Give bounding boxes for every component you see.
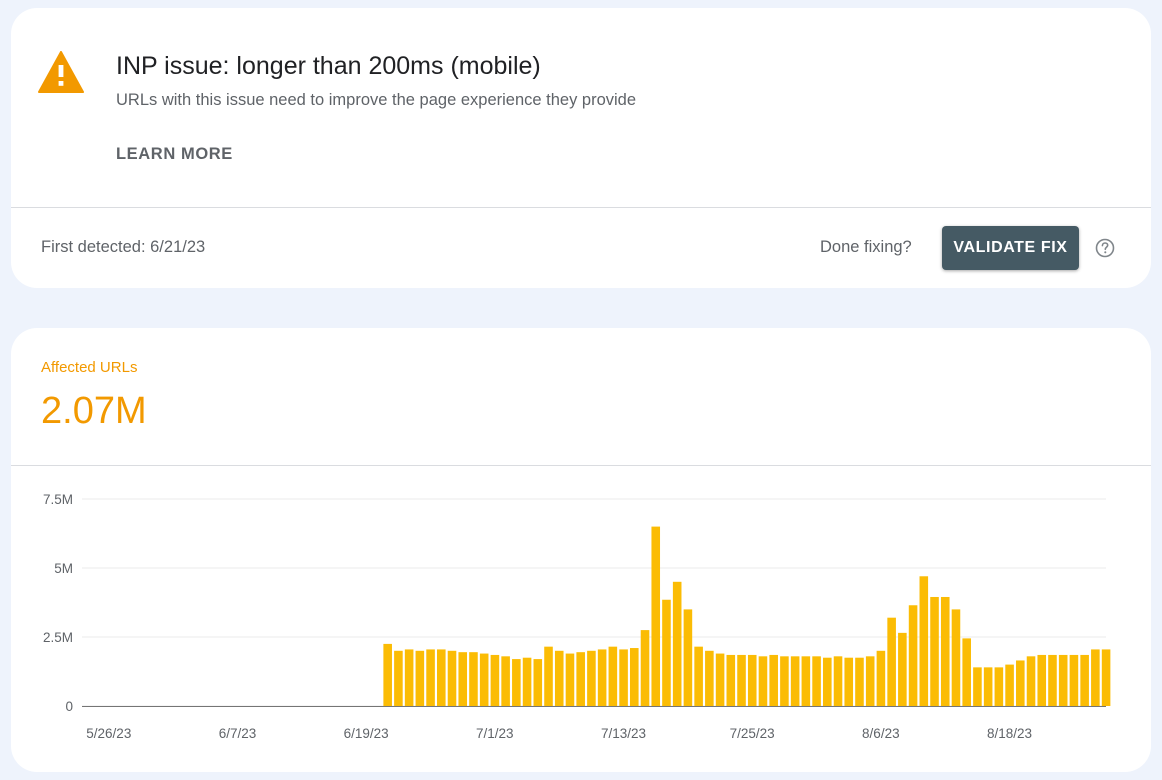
y-tick-label: 7.5M bbox=[43, 492, 73, 507]
issue-card: INP issue: longer than 200ms (mobile) UR… bbox=[11, 8, 1151, 288]
chart-bar bbox=[651, 526, 661, 706]
chart-bar bbox=[1026, 656, 1036, 706]
x-tick-label: 7/1/23 bbox=[476, 726, 514, 741]
affected-urls-card: Affected URLs 2.07M 7.5M 5M 2.5M 0 5/26/23 6/… bbox=[11, 328, 1151, 772]
chart-bar bbox=[705, 650, 714, 706]
chart-bar bbox=[437, 649, 446, 706]
chart-bar bbox=[694, 646, 703, 706]
chart-bar bbox=[469, 652, 478, 706]
chart-bar bbox=[962, 638, 971, 706]
y-tick-label: 2.5M bbox=[43, 630, 73, 645]
chart-bar bbox=[512, 659, 521, 706]
x-tick-label: 5/26/23 bbox=[86, 726, 131, 741]
chart-bar bbox=[876, 650, 886, 706]
chart-bar bbox=[394, 650, 403, 706]
chart-bar bbox=[908, 605, 918, 706]
y-tick-label: 5M bbox=[54, 561, 73, 576]
chart-bar bbox=[565, 653, 575, 706]
chart-bar bbox=[619, 649, 628, 706]
issue-subtitle: URLs with this issue need to improve the… bbox=[116, 91, 637, 109]
chart-bar bbox=[630, 648, 639, 706]
chart-bar bbox=[940, 596, 950, 706]
x-tick-label: 7/13/23 bbox=[601, 726, 646, 741]
chart-bar bbox=[683, 609, 693, 706]
chart-bar bbox=[1048, 654, 1057, 706]
done-fixing-label: Done fixing? bbox=[820, 238, 912, 256]
chart-bar bbox=[737, 654, 746, 706]
x-tick-label: 7/25/23 bbox=[730, 726, 775, 741]
chart-bar bbox=[812, 656, 821, 706]
chart-bar bbox=[522, 657, 532, 706]
chart-bar bbox=[672, 581, 682, 706]
chart-bar bbox=[983, 667, 993, 706]
warning-icon bbox=[38, 51, 84, 93]
chart-bar bbox=[769, 654, 778, 706]
chart-bar bbox=[801, 656, 811, 706]
chart-bar bbox=[855, 657, 864, 706]
chart-bar bbox=[479, 653, 489, 706]
chart-bar bbox=[597, 649, 607, 706]
affected-urls-chart: 7.5M 5M 2.5M 0 5/26/23 6/7/23 6/19/23 7/1/23 7/1… bbox=[43, 492, 1111, 741]
chart-bar bbox=[458, 652, 468, 706]
chart-bar bbox=[919, 576, 929, 706]
learn-more-link[interactable]: LEARN MORE bbox=[116, 145, 233, 164]
chart-bar bbox=[576, 652, 585, 706]
chart-bar bbox=[1069, 654, 1079, 706]
chart-bar bbox=[865, 656, 875, 706]
chart-bar bbox=[726, 654, 736, 706]
validate-fix-button[interactable]: VALIDATE FIX bbox=[942, 226, 1079, 270]
chart-bar bbox=[994, 667, 1004, 706]
y-tick-label: 0 bbox=[65, 699, 73, 714]
chart-bar bbox=[780, 656, 789, 706]
chart-bar bbox=[887, 617, 896, 706]
chart-bar bbox=[608, 646, 618, 706]
chart-bar bbox=[554, 650, 564, 706]
chart-bar bbox=[758, 656, 768, 706]
chart-bar bbox=[490, 654, 500, 706]
chart-bar bbox=[1058, 654, 1068, 706]
chart-bar bbox=[951, 609, 961, 706]
chart-bar bbox=[662, 599, 671, 706]
chart-bar bbox=[383, 643, 392, 706]
chart-bar bbox=[715, 653, 725, 706]
chart-bar bbox=[898, 632, 907, 706]
chart-bar bbox=[747, 654, 757, 706]
chart-bar bbox=[415, 650, 425, 706]
chart-bar bbox=[844, 657, 854, 706]
chart-bar bbox=[501, 656, 510, 706]
chart-bar bbox=[823, 657, 832, 706]
chart-bar bbox=[1091, 649, 1100, 706]
chart-bar bbox=[404, 649, 414, 706]
x-tick-label: 8/18/23 bbox=[987, 726, 1032, 741]
chart-bar bbox=[1101, 649, 1111, 706]
chart-bar bbox=[1080, 654, 1089, 706]
chart-bar bbox=[447, 650, 457, 706]
chart-bar bbox=[544, 646, 553, 706]
first-detected-text: First detected: 6/21/23 bbox=[41, 238, 206, 256]
chart-bar bbox=[1005, 664, 1014, 706]
x-tick-label: 6/19/23 bbox=[344, 726, 389, 741]
chart-bar bbox=[1037, 654, 1047, 706]
divider bbox=[11, 207, 1151, 208]
chart-bar bbox=[790, 656, 800, 706]
help-circle-icon[interactable] bbox=[1095, 238, 1115, 258]
chart-bar bbox=[533, 659, 543, 706]
chart-bar bbox=[833, 656, 843, 706]
issue-title: INP issue: longer than 200ms (mobile) bbox=[116, 52, 541, 80]
chart-bar bbox=[930, 596, 939, 706]
chart-bar bbox=[426, 649, 435, 706]
x-tick-label: 8/6/23 bbox=[862, 726, 900, 741]
chart-bar bbox=[640, 630, 650, 706]
chart-bar bbox=[973, 667, 982, 706]
chart-bar bbox=[1016, 660, 1025, 706]
chart-bar bbox=[587, 650, 596, 706]
x-tick-label: 6/7/23 bbox=[219, 726, 257, 741]
